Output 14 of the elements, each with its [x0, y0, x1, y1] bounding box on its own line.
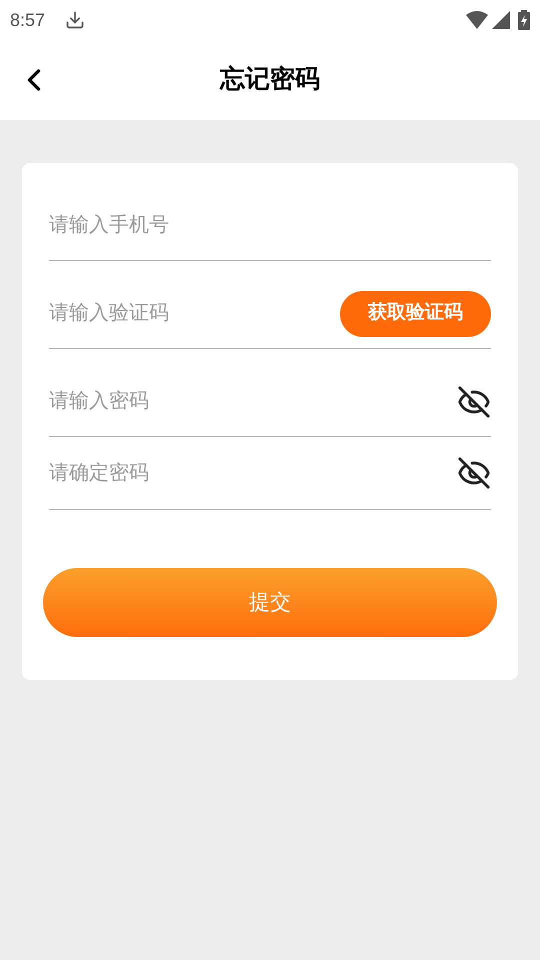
input-field[interactable]: 请输入手机号: [49, 204, 491, 248]
signal-icon: [492, 11, 510, 29]
status-time: 8:57: [10, 8, 46, 32]
page-title: 忘记密码: [220, 64, 320, 96]
get-code-button[interactable]: 获取验证码: [340, 290, 491, 336]
eye-off-icon[interactable]: [457, 456, 491, 490]
eye-off-icon[interactable]: [457, 384, 491, 418]
wifi-icon: [466, 11, 488, 29]
download-icon: [65, 10, 86, 30]
submit-button[interactable]: 提交: [43, 568, 497, 637]
battery-icon: [518, 10, 530, 30]
input-field[interactable]: 请确定密码: [49, 451, 457, 495]
input-field[interactable]: 请输入密码: [49, 380, 457, 424]
input-field[interactable]: 请输入验证码: [49, 292, 340, 336]
